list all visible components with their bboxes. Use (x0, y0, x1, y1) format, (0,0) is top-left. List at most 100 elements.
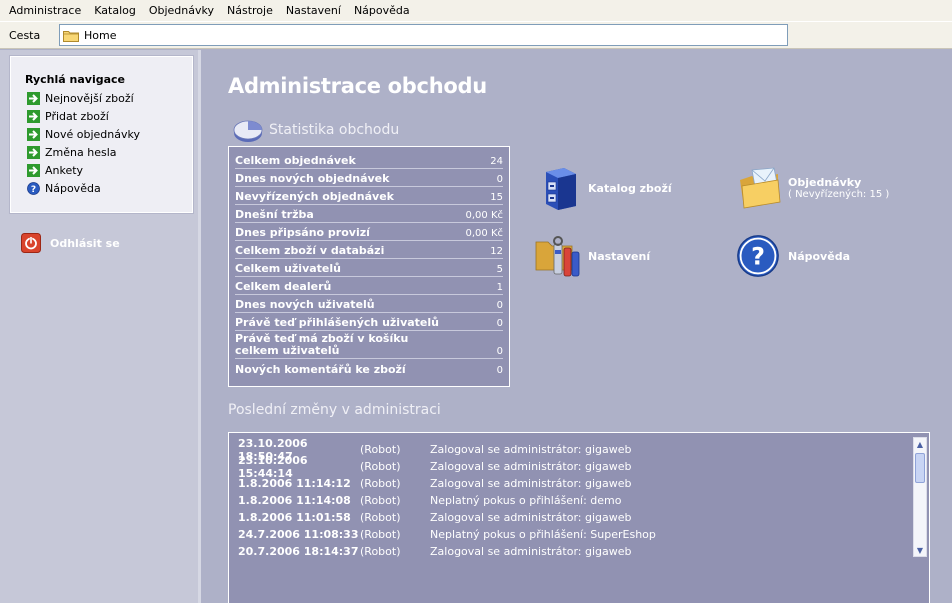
stat-row: Celkem dealerů 1 (235, 277, 503, 295)
menu-bar: Administrace Katalog Objednávky Nástroje… (0, 0, 952, 21)
green-arrow-icon (27, 163, 40, 177)
menu-katalog[interactable]: Katalog (88, 0, 143, 21)
nav-item-label: Ankety (45, 163, 84, 177)
stat-row: Celkem uživatelů 5 (235, 259, 503, 277)
log-author: (Robot) (360, 477, 401, 490)
stat-label: Celkem zboží v databázi (235, 244, 385, 257)
scroll-thumb[interactable] (915, 453, 925, 483)
menu-nastroje[interactable]: Nástroje (221, 0, 280, 21)
stat-value: 0 (496, 365, 503, 376)
nav-item-label: Nejnovější zboží (45, 91, 134, 105)
page-title: Administrace obchodu (228, 74, 487, 98)
catalog-label: Katalog zboží (588, 181, 672, 195)
help-icon: ? (27, 181, 40, 195)
stat-value: 1 (496, 282, 503, 293)
log-message: Neplatný pokus o přihlášení: SuperEshop (430, 528, 656, 541)
stat-label: Celkem uživatelů (235, 262, 341, 275)
stat-value: 0 (496, 346, 503, 357)
stat-label: Dnes nových uživatelů (235, 298, 375, 311)
stat-value: 0 (496, 300, 503, 311)
nav-item-label: Změna hesla (45, 145, 117, 159)
menu-napoveda[interactable]: Nápověda (348, 0, 417, 21)
stat-label: Celkem objednávek (235, 154, 356, 167)
stat-label: Právě teď přihlášených uživatelů (235, 316, 439, 329)
scroll-down-arrow-icon[interactable]: ▼ (914, 544, 926, 556)
scrollbar[interactable]: ▲ ▼ (913, 437, 927, 557)
folder-letter-icon (740, 167, 781, 209)
menu-administrace[interactable]: Administrace (3, 0, 88, 21)
stat-row: Dnes připsáno provizí 0,00 Kč (235, 223, 503, 241)
catalog-tile[interactable]: Katalog zboží (538, 166, 672, 210)
logout-label: Odhlásit se (50, 236, 120, 250)
stat-label: Nevyřízených objednávek (235, 190, 394, 203)
nav-item-label: Nápověda (45, 181, 101, 195)
log-author: (Robot) (360, 443, 401, 456)
log-row: 23.10.2006 15:44:14 (Robot) Zalogoval se a… (238, 454, 632, 480)
log-message: Zalogoval se administrátor: gigaweb (430, 477, 632, 490)
stat-label: Dnes nových objednávek (235, 172, 390, 185)
green-arrow-icon (27, 145, 40, 159)
log-row: 20.7.2006 18:14:37 (Robot) Zalogoval se ad… (238, 543, 632, 560)
settings-tile[interactable]: Nastavení (534, 234, 650, 278)
log-row: 1.8.2006 11:14:12 (Robot) Zalogoval se adm… (238, 475, 632, 492)
log-message: Zalogoval se administrátor: gigaweb (430, 460, 632, 473)
stat-label: Dnešní tržba (235, 208, 314, 221)
scroll-up-arrow-icon[interactable]: ▲ (914, 438, 926, 450)
help-icon: ? (737, 235, 779, 277)
folder-icon (63, 30, 79, 42)
stats-table: Celkem objednávek 24 Dnes nových objednáv… (228, 146, 510, 387)
svg-text:?: ? (751, 242, 765, 270)
green-arrow-icon (27, 109, 40, 123)
nav-item-zmena-hesla[interactable]: Změna hesla (27, 144, 117, 160)
pie-chart-icon (233, 120, 263, 142)
main-content: Administrace obchodu Statistika obchodu … (204, 50, 952, 603)
stat-row: Právě teď má zboží v košíku celkem uživa… (235, 331, 503, 359)
nav-item-label: Přidat zboží (45, 109, 109, 123)
quick-navigation: Rychlá navigace Nejnovější zboží Přidat … (10, 56, 193, 213)
log-author: (Robot) (360, 528, 401, 541)
green-arrow-icon (27, 91, 40, 105)
address-value: Home (84, 28, 117, 42)
help-tile[interactable]: ? Nápověda (734, 234, 850, 278)
left-panel: Rychlá navigace Nejnovější zboží Přidat … (0, 50, 201, 603)
stat-value: 15 (490, 192, 503, 203)
orders-pending-count: ( Nevyřízených: 15 ) (788, 189, 890, 200)
stat-value: 24 (490, 156, 503, 167)
menu-objednavky[interactable]: Objednávky (143, 0, 221, 21)
recent-changes-list: 23.10.2006 18:50:47 (Robot) Zalogoval se a… (228, 432, 930, 603)
stat-row: Dnes nových uživatelů 0 (235, 295, 503, 313)
stat-row: Celkem zboží v databázi 12 (235, 241, 503, 259)
log-message: Neplatný pokus o přihlášení: demo (430, 494, 622, 507)
nav-item-ankety[interactable]: Ankety (27, 162, 83, 178)
log-row: 24.7.2006 11:08:33 (Robot) Neplatný pokus … (238, 526, 656, 543)
stat-value: 12 (490, 246, 503, 257)
log-date: 1.8.2006 11:01:58 (238, 511, 351, 524)
stat-label: Právě teď má zboží v košíku celkem uživa… (235, 332, 409, 357)
log-author: (Robot) (360, 460, 401, 473)
address-label: Cesta (9, 29, 41, 42)
settings-label: Nastavení (588, 249, 651, 263)
stat-label: Dnes připsáno provizí (235, 226, 370, 239)
stat-value: 0 (496, 318, 503, 329)
nav-item-nejnovejsi-zbozi[interactable]: Nejnovější zboží (27, 90, 134, 106)
orders-tile[interactable]: Objednávky ( Nevyřízených: 15 ) (738, 166, 889, 210)
stat-value: 0,00 Kč (465, 228, 504, 239)
stat-row: Dnešní tržba 0,00 Kč (235, 205, 503, 223)
nav-item-pridat-zbozi[interactable]: Přidat zboží (27, 108, 109, 124)
stat-row: Nových komentářů ke zboží 0 (235, 359, 503, 377)
address-bar: Cesta Home (0, 21, 952, 49)
help-label: Nápověda (788, 249, 850, 263)
power-icon (21, 233, 41, 253)
stats-header: Statistika obchodu (232, 116, 399, 144)
logout-button[interactable]: Odhlásit se (21, 233, 120, 253)
stat-row: Celkem objednávek 24 (235, 151, 503, 169)
stat-row: Dnes nových objednávek 0 (235, 169, 503, 187)
stat-row: Nevyřízených objednávek 15 (235, 187, 503, 205)
stat-label: Celkem dealerů (235, 280, 332, 293)
filing-cabinet-icon (546, 168, 576, 210)
log-date: 1.8.2006 11:14:08 (238, 494, 351, 507)
address-field[interactable]: Home (59, 24, 788, 46)
menu-nastaveni[interactable]: Nastavení (280, 0, 348, 21)
nav-item-napoveda[interactable]: ? Nápověda (27, 180, 101, 196)
nav-item-nove-objednavky[interactable]: Nové objednávky (27, 126, 140, 142)
